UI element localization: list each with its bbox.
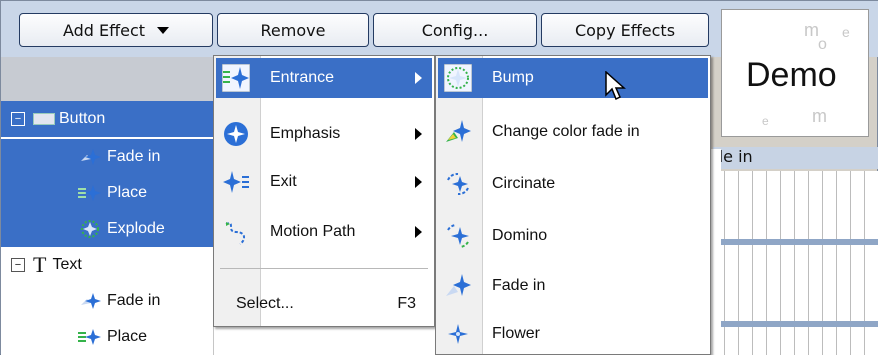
emphasis-star-icon [222,120,250,148]
copy-effects-label: Copy Effects [574,20,676,40]
collapse-icon[interactable]: − [11,258,25,272]
tree-item-explode[interactable]: Explode [1,211,213,247]
exit-star-icon [222,168,250,196]
tree-item-label: Place [107,184,148,201]
explode-effect-icon [81,220,99,238]
menu-item-label: Select... [236,295,294,312]
tree-group-text[interactable]: − T Text [1,247,213,283]
tree-group-label: Button [59,110,106,127]
demo-preview: m o e m e Demo [721,9,869,137]
effects-tree: − Button Fade in Place Explode − T Text [1,57,213,355]
menu-item-label: Entrance [270,69,335,86]
ghost-letter-decoration: m [804,20,819,40]
bump-effect-icon [444,64,472,92]
timeline-grid[interactable] [711,171,878,355]
menu-separator [220,268,428,269]
remove-label: Remove [260,20,326,40]
tree-group-button[interactable]: − Button [1,101,213,137]
fade-in-effect-icon [81,293,101,309]
menu-item-bump[interactable]: Bump [438,58,708,98]
tree-item-label: Explode [107,220,165,237]
menu-item-label: Exit [270,173,297,190]
menu-item-label: Domino [492,227,548,244]
menu-item-exit[interactable]: Exit [216,162,432,202]
menu-item-emphasis[interactable]: Emphasis [216,114,432,154]
menu-item-label: Circinate [492,175,556,192]
motion-path-icon [222,218,250,246]
fade-in-effect-icon [81,149,101,165]
remove-button[interactable]: Remove [217,13,369,47]
menu-item-label: Fade in [492,277,546,294]
demo-text: Demo [746,56,837,94]
effect-type-menu: Entrance Emphasis Exit Motion Path Selec… [213,55,435,327]
menu-item-circinate[interactable]: Circinate [438,164,708,204]
fade-in-effect-icon [444,272,472,300]
menu-item-label: Emphasis [270,125,341,142]
tree-item-fade-in[interactable]: Fade in [1,283,213,319]
menu-item-motion-path[interactable]: Motion Path [216,212,432,252]
ghost-letter-decoration: e [842,24,850,40]
button-object-icon [33,113,55,125]
tree-column-header [1,57,213,105]
submenu-arrow-icon [415,128,422,140]
menu-item-label: Motion Path [270,223,356,240]
menu-item-label: Change color fade in [492,123,640,140]
entrance-submenu: Bump Change color fade in Circinate Domi… [435,55,711,355]
menu-item-entrance[interactable]: Entrance [216,58,432,98]
place-effect-icon [78,329,101,345]
menu-item-flower[interactable]: Flower [438,314,708,354]
menu-item-select[interactable]: Select... F3 [216,284,432,324]
tree-item-place[interactable]: Place [1,319,213,355]
submenu-arrow-icon [415,226,422,238]
submenu-arrow-icon [415,72,422,84]
tree-item-place[interactable]: Place [1,175,213,211]
menu-item-shortcut: F3 [397,295,416,312]
ghost-letter-decoration: m [812,106,827,126]
add-effect-label: Add Effect [62,20,146,40]
timeline-track-bar [711,321,878,327]
tree-item-fade-in[interactable]: Fade in [1,139,213,175]
domino-effect-icon [444,222,472,250]
menu-item-fade-in[interactable]: Fade in [438,266,708,306]
config-label: Config... [421,20,489,40]
menu-item-label: Bump [492,69,534,86]
menu-icon-strip [436,56,483,354]
submenu-arrow-icon [415,176,422,188]
change-color-fade-in-icon [444,118,472,146]
timeline-track-bar [711,239,878,245]
tree-item-label: Fade in [107,292,161,309]
app-window: Add Effect Remove Config... Copy Effects… [0,0,878,355]
copy-effects-button[interactable]: Copy Effects [541,13,709,47]
entrance-star-icon [222,64,250,92]
mouse-pointer-icon [605,71,626,101]
collapse-icon[interactable]: − [11,112,25,126]
place-effect-icon [78,185,101,201]
config-button[interactable]: Config... [373,13,537,47]
menu-item-domino[interactable]: Domino [438,216,708,256]
tree-group-label: Text [52,256,82,273]
circinate-effect-icon [444,170,472,198]
menu-item-label: Flower [492,325,541,342]
flower-effect-icon [444,320,472,348]
menu-item-change-color-fade-in[interactable]: Change color fade in [438,112,708,152]
ghost-letter-decoration: e [762,114,769,128]
tree-item-label: Fade in [107,148,161,165]
track-label: de in [713,147,878,169]
tree-item-label: Place [107,328,148,345]
text-object-icon: T [33,252,47,277]
add-effect-button[interactable]: Add Effect [19,13,213,47]
ghost-letter-decoration: o [818,36,827,53]
dropdown-arrow-icon [157,26,170,34]
